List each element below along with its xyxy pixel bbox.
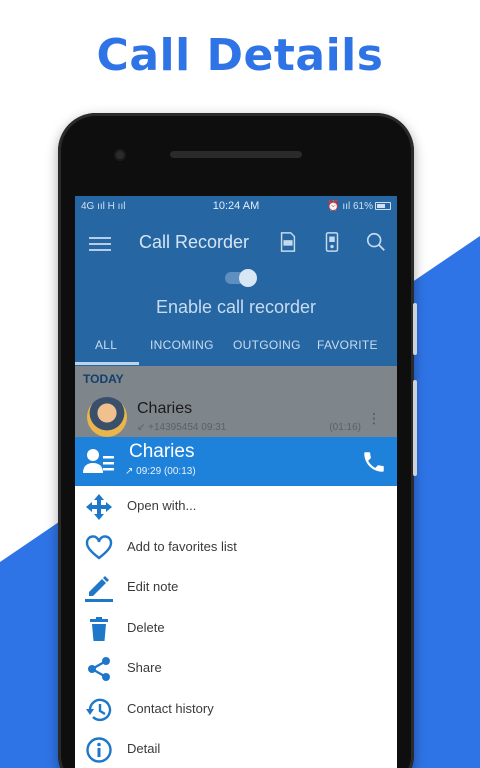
pencil-icon [85, 576, 113, 602]
menu-item-detail[interactable]: Detail [75, 729, 397, 768]
tab-all[interactable]: ALL [95, 338, 117, 352]
mp3-icon[interactable] [277, 231, 299, 253]
search-icon[interactable] [365, 231, 387, 253]
menu-item-share[interactable]: Share [75, 648, 397, 689]
app-header-area: 4G ııl H ııl 10:24 AM ⏰ ııl 61% Call Rec… [75, 196, 397, 366]
detail-call-meta: ↗ 09:29 (00:13) [125, 466, 196, 477]
more-options-icon[interactable]: ⋮ [367, 410, 381, 427]
menu-icon[interactable] [89, 237, 111, 255]
tab-outgoing[interactable]: OUTGOING [233, 338, 301, 352]
avatar [87, 397, 127, 437]
phone-side-button [413, 303, 417, 355]
recorder-toggle[interactable] [225, 269, 257, 287]
contact-card-icon [83, 449, 114, 473]
menu-label: Delete [127, 619, 165, 635]
front-camera [114, 149, 126, 161]
section-header-today: TODAY [83, 372, 124, 386]
menu-item-open-with[interactable]: Open with... [75, 486, 397, 527]
share-icon [88, 657, 110, 681]
battery-icon [375, 202, 391, 210]
menu-label: Detail [127, 741, 161, 756]
list-item-name[interactable]: Charies [137, 400, 192, 418]
list-item-duration: (01:16) [329, 422, 361, 433]
menu-label: Share [127, 660, 162, 675]
enable-recorder-label: Enable call recorder [155, 297, 317, 317]
app-title: Call Recorder [139, 232, 250, 252]
menu-item-edit-note[interactable]: Edit note [75, 567, 397, 608]
page-headline: Call Details [96, 30, 384, 81]
move-arrows-icon [86, 494, 112, 520]
tab-indicator [75, 362, 139, 365]
detail-contact-name: Charies [129, 441, 195, 462]
action-menu: Open with... Add to favorites list Edit … [75, 486, 397, 768]
list-item-meta: ↙ +14395454 09:31 [137, 422, 227, 433]
menu-item-contact-history[interactable]: Contact history [75, 689, 397, 730]
status-bar: 4G ııl H ııl 10:24 AM ⏰ ııl 61% [75, 196, 397, 218]
battery-text: ⏰ ııl 61% [327, 201, 373, 212]
earpiece-speaker [170, 151, 302, 158]
recordings-list: TODAY Charies ↙ +14395454 09:31 (01:16) … [75, 366, 397, 438]
history-icon [86, 698, 112, 721]
menu-label: Contact history [127, 700, 214, 716]
app-bar: Call Recorder [75, 224, 397, 260]
phone-icon[interactable] [361, 449, 387, 475]
menu-label: Open with... [127, 498, 197, 513]
menu-item-delete[interactable]: Delete [75, 608, 397, 649]
menu-label: Add to favorites list [127, 538, 237, 554]
menu-item-add-favorites[interactable]: Add to favorites list [75, 527, 397, 568]
tab-favorite[interactable]: FAVORITE [317, 338, 378, 352]
phone-screen: 4G ııl H ııl 10:24 AM ⏰ ııl 61% Call Rec… [75, 196, 397, 768]
tab-incoming[interactable]: INCOMING [150, 338, 214, 352]
recorder-icon[interactable] [321, 231, 343, 253]
info-icon [86, 737, 112, 763]
detail-header: Charies ↗ 09:29 (00:13) [75, 437, 397, 486]
menu-label: Edit note [127, 579, 179, 594]
phone-side-button [413, 380, 417, 476]
heart-icon [85, 534, 113, 560]
trash-icon [90, 616, 108, 641]
